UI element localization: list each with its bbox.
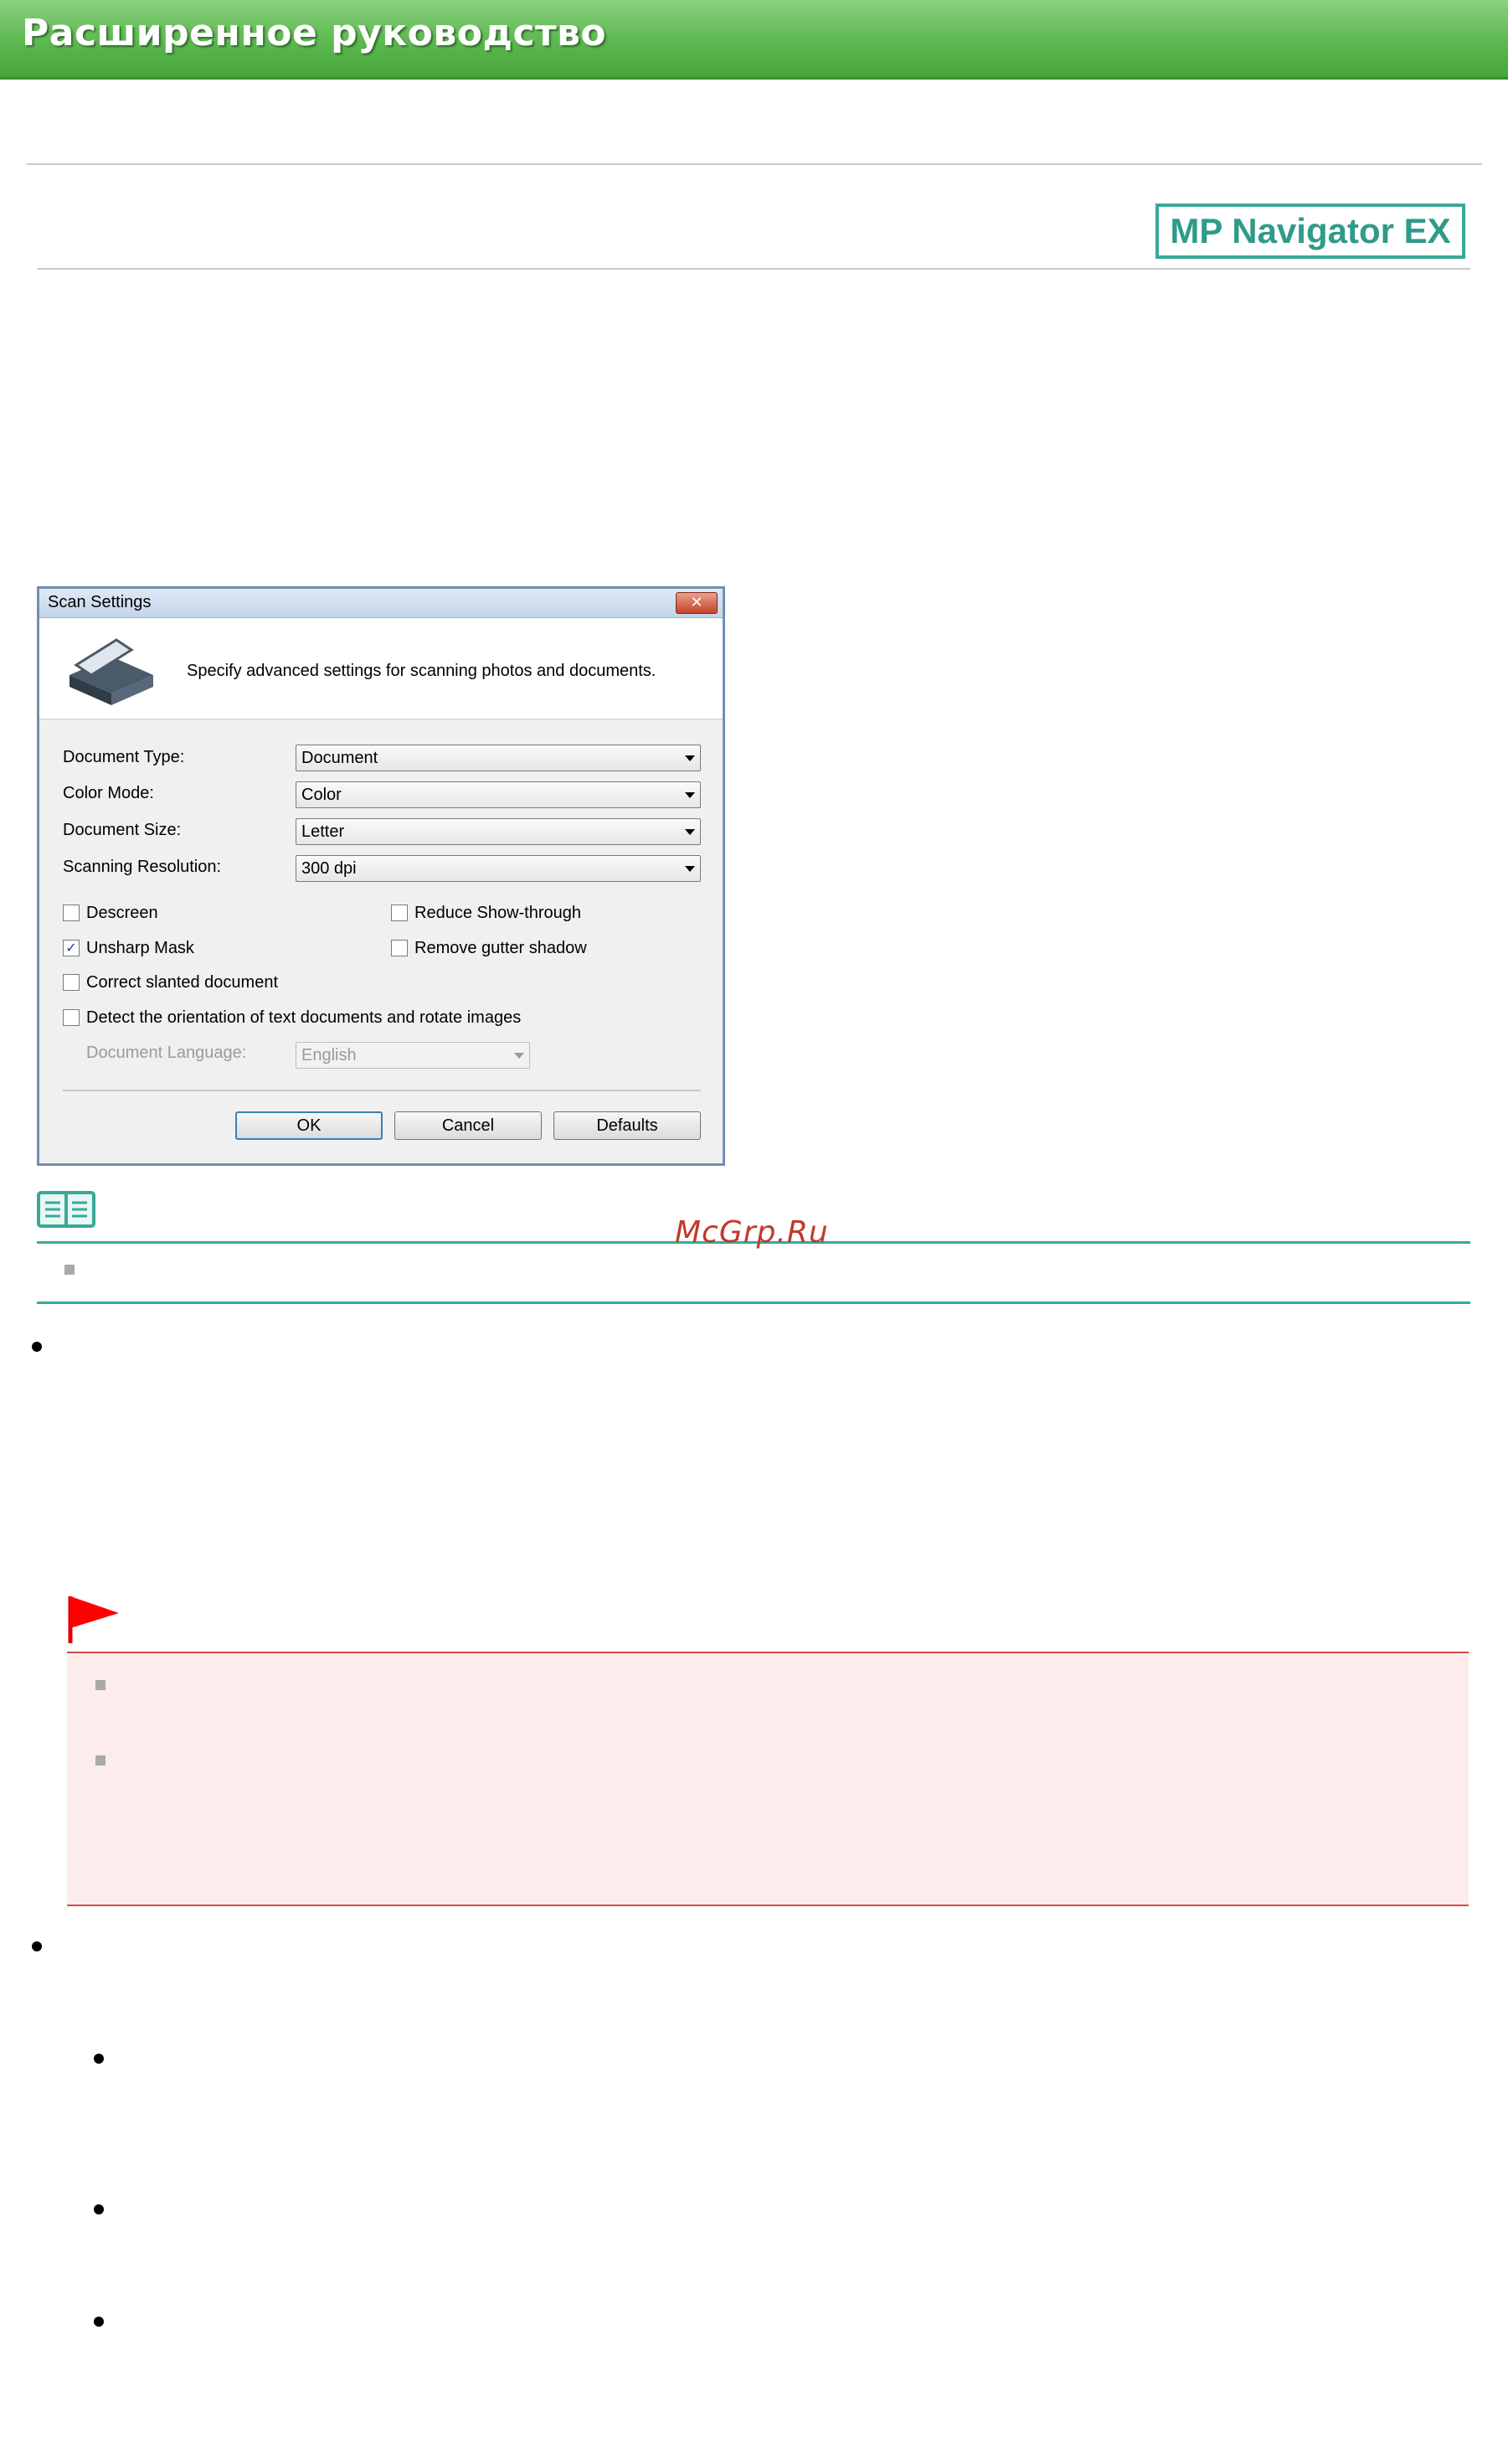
- reduce-show-through-checkbox[interactable]: [391, 905, 408, 921]
- chevron-down-icon: [685, 755, 695, 761]
- scanning-resolution-select[interactable]: 300 dpi: [296, 855, 701, 882]
- caution-box: [67, 1652, 1469, 1906]
- chevron-down-icon: [685, 792, 695, 798]
- list-bullet: [94, 2204, 104, 2214]
- reduce-show-through-label: Reduce Show-through: [414, 904, 582, 922]
- list-bullet: [32, 1941, 42, 1951]
- defaults-button[interactable]: Defaults: [553, 1111, 701, 1140]
- product-badge: MP Navigator EX: [1155, 204, 1465, 259]
- caution-flag-icon: [68, 1596, 119, 1643]
- chevron-down-icon: [685, 866, 695, 872]
- page-header-title: Расширенное руководство: [22, 12, 607, 54]
- note-bottom-line: [37, 1302, 1470, 1304]
- detect-orientation-label: Detect the orientation of text documents…: [86, 1008, 522, 1027]
- list-bullet: [32, 1342, 42, 1352]
- dialog-titlebar: Scan Settings ✕: [39, 589, 723, 618]
- document-type-select[interactable]: Document: [296, 745, 701, 771]
- correct-slanted-label: Correct slanted document: [86, 973, 279, 992]
- detect-orientation-checkbox[interactable]: [63, 1009, 80, 1026]
- document-language-value: English: [301, 1046, 357, 1064]
- color-mode-select[interactable]: Color: [296, 781, 701, 808]
- correct-slanted-checkbox[interactable]: [63, 974, 80, 991]
- color-mode-label: Color Mode:: [63, 784, 154, 802]
- list-bullet: [94, 2054, 104, 2064]
- dialog-header-panel: Specify advanced settings for scanning p…: [39, 618, 723, 719]
- caution-list-marker: [95, 1680, 106, 1690]
- document-size-value: Letter: [301, 822, 345, 841]
- remove-gutter-shadow-checkbox[interactable]: [391, 940, 408, 956]
- list-bullet: [94, 2317, 104, 2327]
- chevron-down-icon: [514, 1053, 524, 1059]
- unsharp-mask-checkbox[interactable]: ✓: [63, 940, 80, 956]
- note-book-icon: [37, 1191, 95, 1228]
- descreen-checkbox[interactable]: [63, 905, 80, 921]
- document-type-label: Document Type:: [63, 748, 185, 766]
- note-list-marker: [64, 1265, 75, 1275]
- watermark: McGrp.Ru: [675, 1215, 829, 1250]
- document-type-value: Document: [301, 749, 378, 767]
- unsharp-mask-label: Unsharp Mask: [86, 939, 194, 957]
- close-button[interactable]: ✕: [676, 592, 718, 614]
- document-size-select[interactable]: Letter: [296, 818, 701, 845]
- remove-gutter-shadow-label: Remove gutter shadow: [414, 939, 587, 957]
- color-mode-value: Color: [301, 786, 342, 804]
- dialog-separator: [63, 1090, 701, 1091]
- document-language-label: Document Language:: [86, 1044, 247, 1062]
- cancel-button[interactable]: Cancel: [394, 1111, 542, 1140]
- document-size-label: Document Size:: [63, 821, 182, 839]
- ok-button[interactable]: OK: [235, 1111, 383, 1140]
- divider: [27, 163, 1482, 165]
- scanning-resolution-label: Scanning Resolution:: [63, 858, 222, 876]
- scan-settings-dialog: Scan Settings ✕ Specify advanced setting…: [37, 586, 725, 1166]
- document-language-select[interactable]: English: [296, 1042, 530, 1069]
- chevron-down-icon: [685, 829, 695, 835]
- dialog-title: Scan Settings: [48, 593, 152, 611]
- dialog-description: Specify advanced settings for scanning p…: [187, 662, 656, 680]
- divider: [37, 268, 1470, 270]
- scanner-icon: [69, 638, 153, 705]
- scanning-resolution-value: 300 dpi: [301, 859, 357, 878]
- descreen-label: Descreen: [86, 904, 158, 922]
- caution-list-marker: [95, 1755, 106, 1766]
